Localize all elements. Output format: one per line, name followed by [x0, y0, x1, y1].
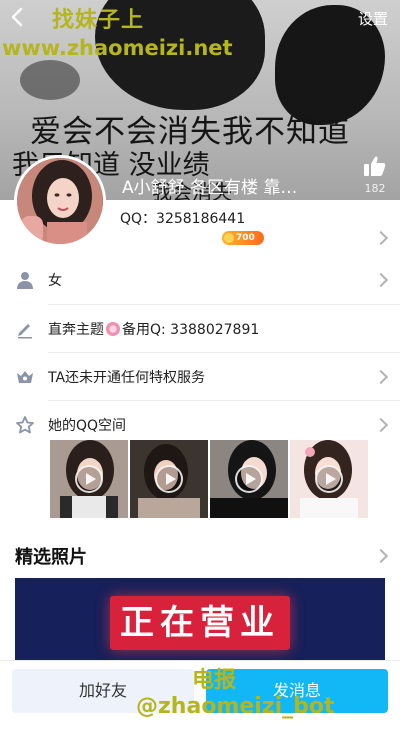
featured-sign-text: 正在营业 [110, 596, 290, 650]
star-icon [15, 415, 35, 435]
qzone-photo[interactable] [50, 440, 128, 518]
gender-text: 女 [48, 273, 62, 289]
like-count: 182 [364, 182, 386, 195]
watermark-top-line-2: www.zhaomeizi.net [2, 36, 233, 60]
chevron-left-icon [11, 7, 23, 27]
qzone-title: 她的QQ空间 [48, 418, 127, 434]
chevron-right-icon [373, 369, 389, 385]
signature-text-after: 备用Q: 3388027891 [122, 322, 260, 338]
play-icon [315, 465, 343, 493]
person-icon [15, 270, 35, 290]
chevron-right-icon[interactable] [373, 548, 389, 564]
settings-button[interactable]: 设置 [358, 8, 388, 29]
play-icon [155, 465, 183, 493]
qzone-photo[interactable] [130, 440, 208, 518]
thumbs-up-icon [364, 156, 386, 176]
chevron-right-icon [373, 417, 389, 433]
featured-photos-title: 精选照片 [15, 547, 87, 568]
back-button[interactable] [6, 4, 30, 30]
avatar[interactable] [14, 155, 106, 247]
qzone-photo[interactable] [210, 440, 288, 518]
signature-text-before: 直奔主题 [48, 322, 104, 338]
flower-icon [106, 322, 120, 336]
row-signature[interactable]: 直奔主题 备用Q: 3388027891 [0, 306, 400, 352]
vip-level-badge: 700 [222, 231, 264, 245]
qq-number-line: QQ：3258186441 [120, 208, 245, 228]
like-button[interactable]: 182 [360, 155, 390, 195]
watermark-top-line-1: 找妹子上 [52, 8, 145, 33]
watermark-bottom-line-1: 电报 [192, 668, 237, 693]
pencil-icon [15, 319, 35, 339]
chevron-right-icon[interactable] [373, 230, 389, 246]
row-gender[interactable]: 女 [0, 257, 400, 303]
play-icon [75, 465, 103, 493]
avatar-photo [17, 158, 103, 244]
profile-nickname: A小舒舒 各区有楼 靠… [122, 178, 298, 198]
privileges-text: TA还未开通任何特权服务 [48, 370, 206, 386]
featured-photo[interactable]: 正在营业 [15, 578, 385, 668]
play-icon [235, 465, 263, 493]
crown-icon [15, 367, 35, 387]
watermark-bottom-line-2: @zhaomeizi_bot [136, 694, 335, 719]
signature-text: 直奔主题 备用Q: 3388027891 [48, 319, 259, 339]
chevron-right-icon [373, 272, 389, 288]
row-privileges[interactable]: TA还未开通任何特权服务 [0, 354, 400, 400]
qq-number: 3258186441 [156, 211, 246, 227]
qzone-photo[interactable] [290, 440, 368, 518]
qq-label: QQ： [120, 211, 157, 227]
